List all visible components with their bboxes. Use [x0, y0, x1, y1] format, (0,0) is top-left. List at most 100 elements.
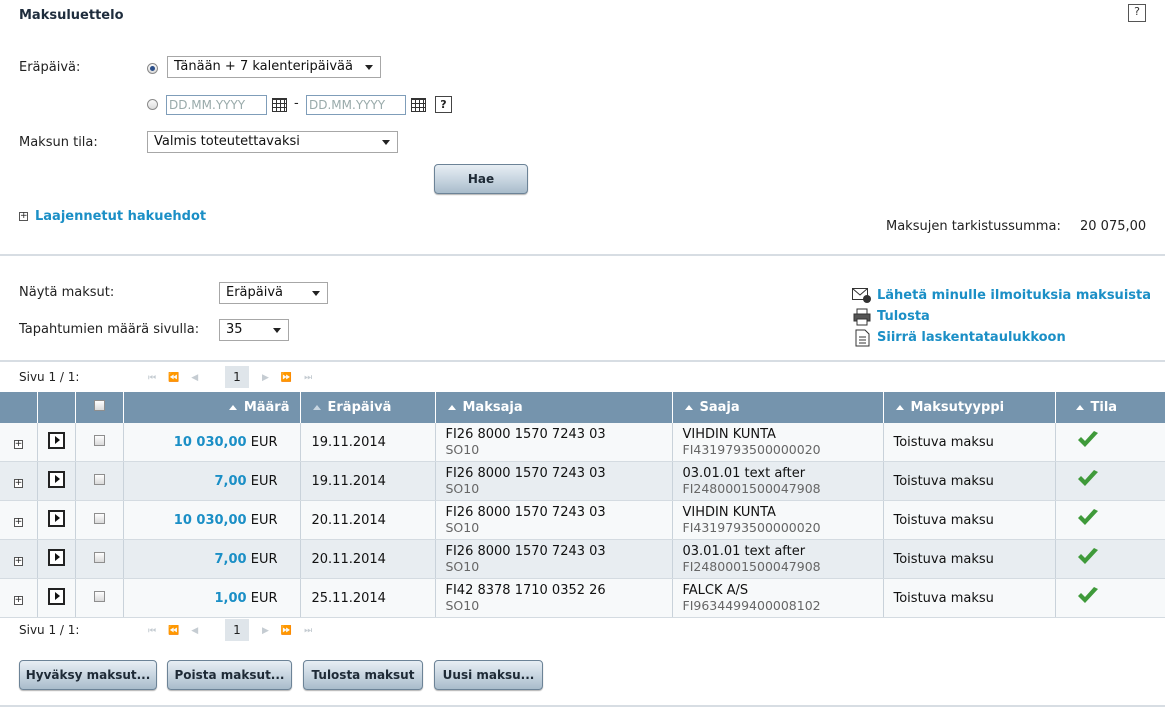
expand-cell: +	[0, 578, 38, 618]
payer-account: FI42 8378 1710 0352 26	[445, 583, 606, 598]
type-column-header[interactable]: Maksutyyppi	[883, 392, 1056, 423]
open-details-icon[interactable]	[47, 548, 65, 566]
open-details-icon[interactable]	[47, 431, 65, 449]
status-column-header[interactable]: Tila	[1055, 392, 1165, 423]
export-link[interactable]: Siirrä laskentataulukkoon	[877, 330, 1066, 345]
printer-icon	[853, 308, 871, 326]
expand-icon[interactable]: +	[13, 517, 23, 527]
select-cell	[75, 539, 124, 579]
table-row[interactable]: +7,00 EUR 20.11.2014 FI26 8000 1570 7243 0…	[0, 539, 1165, 579]
date-from-input[interactable]: DD.MM.YYYY	[166, 95, 267, 115]
amount-value[interactable]: 10 030,00	[174, 513, 247, 528]
due-preset-select[interactable]: Tänään + 7 kalenteripäivää	[167, 56, 381, 78]
select-cell	[75, 500, 124, 540]
status-value: Valmis toteutettavaksi	[154, 134, 300, 149]
payee-header-label: Saaja	[699, 400, 740, 415]
open-details-icon[interactable]	[47, 470, 65, 488]
approve-payments-button[interactable]: Hyväksy maksut...	[19, 660, 157, 690]
due-column-header[interactable]: Eräpäivä	[300, 392, 436, 423]
status-cell	[1055, 461, 1165, 501]
sort-ascending-icon	[312, 405, 321, 410]
expand-icon[interactable]: +	[13, 556, 23, 566]
sort-ascending-icon	[1075, 405, 1084, 410]
table-row[interactable]: +10 030,00 EUR 20.11.2014 FI26 8000 1570 7…	[0, 500, 1165, 540]
due-cell: 20.11.2014	[300, 539, 436, 579]
per-page-value: 35	[226, 322, 243, 337]
notify-link[interactable]: Lähetä minulle ilmoituksia maksuista	[877, 288, 1151, 303]
status-cell	[1055, 539, 1165, 579]
status-label: Maksun tila:	[19, 135, 98, 150]
per-page-select[interactable]: 35	[219, 319, 289, 341]
print-link[interactable]: Tulosta	[877, 309, 930, 324]
row-checkbox[interactable]	[93, 590, 105, 602]
payee-name: VIHDIN KUNTA	[682, 427, 776, 442]
open-cell	[37, 578, 76, 618]
amount-cell: 10 030,00 EUR	[123, 500, 301, 540]
payments-table: Määrä Eräpäivä Maksaja Saaja Maksutyyppi…	[0, 392, 1165, 618]
pager-next-controls[interactable]: ▶⏩⏭	[262, 626, 324, 636]
pager-next-controls[interactable]: ▶⏩⏭	[262, 373, 324, 383]
help-icon[interactable]: ?	[435, 96, 452, 113]
due-preset-radio[interactable]	[147, 63, 158, 74]
amount-value[interactable]: 1,00	[215, 591, 247, 606]
payer-header-label: Maksaja	[462, 400, 523, 415]
status-cell	[1055, 578, 1165, 618]
expand-icon[interactable]: +	[13, 439, 23, 449]
table-row[interactable]: +1,00 EUR 25.11.2014 FI42 8378 1710 0352 2…	[0, 578, 1165, 618]
payer-column-header[interactable]: Maksaja	[435, 392, 673, 423]
type-header-label: Maksutyyppi	[910, 400, 1005, 415]
divider	[0, 705, 1165, 707]
row-checkbox[interactable]	[93, 551, 105, 563]
calendar-icon[interactable]	[411, 98, 426, 112]
open-details-icon[interactable]	[47, 509, 65, 527]
amount-value[interactable]: 10 030,00	[174, 435, 247, 450]
delete-payments-button[interactable]: Poista maksut...	[167, 660, 292, 690]
amount-value[interactable]: 7,00	[215, 552, 247, 567]
help-icon[interactable]: ?	[1128, 4, 1146, 22]
pager-label: Sivu 1 / 1:	[19, 370, 80, 384]
due-range-radio[interactable]	[147, 99, 158, 110]
pager-prev-controls[interactable]: ⏮⏪◀	[148, 373, 210, 383]
currency: EUR	[250, 434, 278, 450]
select-all-checkbox[interactable]	[93, 400, 105, 411]
chevron-down-icon	[312, 291, 320, 296]
pager-current-page[interactable]: 1	[225, 366, 249, 388]
expand-icon[interactable]: +	[13, 478, 23, 488]
print-payments-button[interactable]: Tulosta maksut	[303, 660, 423, 690]
new-payment-button[interactable]: Uusi maksu...	[434, 660, 543, 690]
payer-sub: SO10	[445, 598, 480, 613]
row-checkbox[interactable]	[93, 473, 105, 485]
payer-account: FI26 8000 1570 7243 03	[445, 427, 606, 442]
divider	[0, 254, 1165, 256]
advanced-search-link[interactable]: Laajennetut hakuehdot	[35, 209, 206, 224]
date-to-input[interactable]: DD.MM.YYYY	[306, 95, 406, 115]
type-cell: Toistuva maksu	[883, 539, 1056, 579]
expand-icon[interactable]: +	[19, 212, 28, 221]
search-button[interactable]: Hae	[434, 164, 528, 194]
status-select[interactable]: Valmis toteutettavaksi	[147, 131, 398, 153]
calendar-icon[interactable]	[272, 98, 287, 112]
payee-column-header[interactable]: Saaja	[672, 392, 884, 423]
sort-ascending-icon	[684, 405, 693, 410]
select-cell	[75, 461, 124, 501]
date-to-placeholder: DD.MM.YYYY	[309, 98, 386, 112]
pager-prev-controls[interactable]: ⏮⏪◀	[148, 626, 210, 636]
due-cell: 19.11.2014	[300, 423, 436, 462]
row-checkbox[interactable]	[93, 512, 105, 524]
table-row[interactable]: +10 030,00 EUR 19.11.2014 FI26 8000 1570 7…	[0, 423, 1165, 462]
payee-name: 03.01.01 text after	[682, 544, 806, 559]
expand-icon[interactable]: +	[13, 595, 23, 605]
page-title: Maksuluettelo	[19, 8, 124, 23]
payee-cell: 03.01.01 text after FI2480001500047908	[672, 461, 884, 501]
divider	[0, 360, 1165, 362]
amount-column-header[interactable]: Määrä	[123, 392, 301, 423]
type-cell: Toistuva maksu	[883, 423, 1056, 462]
payee-account: FI4319793500000020	[682, 520, 821, 535]
checksum-label: Maksujen tarkistussumma:	[886, 219, 1061, 234]
amount-value[interactable]: 7,00	[215, 474, 247, 489]
open-details-icon[interactable]	[47, 587, 65, 605]
show-payments-select[interactable]: Eräpäivä	[219, 282, 328, 304]
pager-current-page[interactable]: 1	[225, 619, 249, 641]
row-checkbox[interactable]	[93, 434, 105, 446]
table-row[interactable]: +7,00 EUR 19.11.2014 FI26 8000 1570 7243 0…	[0, 461, 1165, 501]
